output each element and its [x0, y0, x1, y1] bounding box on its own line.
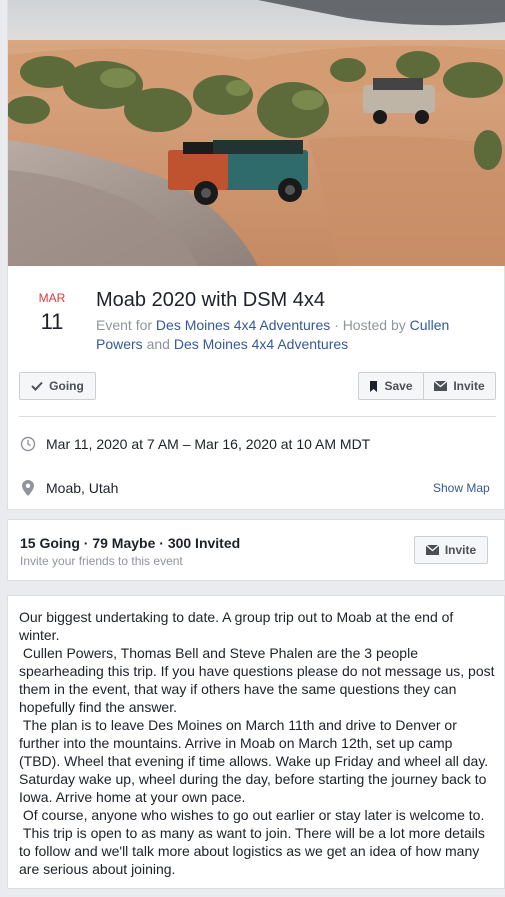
save-button[interactable]: Save — [358, 372, 424, 400]
description-paragraph: Of course, anyone who wishes to go out e… — [19, 807, 485, 823]
event-day: 11 — [40, 309, 64, 334]
show-map-link[interactable]: Show Map — [433, 481, 490, 495]
event-description: Our biggest undertaking to date. A group… — [19, 608, 497, 878]
hosted-by-prefix: · Hosted by — [330, 317, 410, 333]
envelope-icon — [425, 545, 439, 555]
event-header-card: MAR 11 Moab 2020 with DSM 4x4 Event for … — [7, 0, 505, 510]
event-cover-photo[interactable] — [8, 0, 505, 266]
guests-card: 15 Going · 79 Maybe · 300 Invited Invite… — [7, 519, 505, 581]
invite-label: Invite — [453, 379, 485, 393]
location-pin-icon — [22, 480, 34, 496]
and-text: and — [142, 336, 174, 352]
going-label: Going — [49, 379, 84, 393]
event-datetime: Mar 11, 2020 at 7 AM – Mar 16, 2020 at 1… — [46, 436, 371, 452]
clock-icon — [20, 436, 36, 452]
event-title: Moab 2020 with DSM 4x4 — [96, 289, 326, 311]
save-label: Save — [384, 379, 413, 393]
description-paragraph: Cullen Powers, Thomas Bell and Steve Pha… — [19, 645, 499, 715]
event-hosts: Event for Des Moines 4x4 Adventures · Ho… — [96, 316, 476, 354]
event-for-link[interactable]: Des Moines 4x4 Adventures — [156, 317, 330, 333]
description-paragraph: This trip is open to as many as want to … — [19, 825, 489, 877]
host-link-2[interactable]: Des Moines 4x4 Adventures — [174, 336, 348, 352]
invite-friends-button[interactable]: Invite — [414, 536, 488, 564]
invite-friends-label: Invite — [444, 543, 477, 557]
description-paragraph: Our biggest undertaking to date. A group… — [19, 609, 458, 643]
description-card: Our biggest undertaking to date. A group… — [7, 595, 505, 889]
envelope-icon — [434, 381, 448, 391]
bookmark-icon — [370, 380, 378, 392]
invite-hint: Invite your friends to this event — [20, 554, 183, 568]
divider — [19, 416, 496, 417]
description-paragraph: The plan is to leave Des Moines on March… — [19, 717, 493, 805]
invite-button[interactable]: Invite — [423, 372, 496, 400]
event-date-badge: MAR 11 — [24, 291, 80, 336]
going-button[interactable]: Going — [19, 372, 96, 400]
guest-counts[interactable]: 15 Going · 79 Maybe · 300 Invited — [20, 535, 240, 551]
event-month: MAR — [38, 291, 66, 305]
checkmark-icon — [31, 381, 43, 391]
event-for-prefix: Event for — [96, 317, 156, 333]
event-location[interactable]: Moab, Utah — [46, 480, 118, 496]
